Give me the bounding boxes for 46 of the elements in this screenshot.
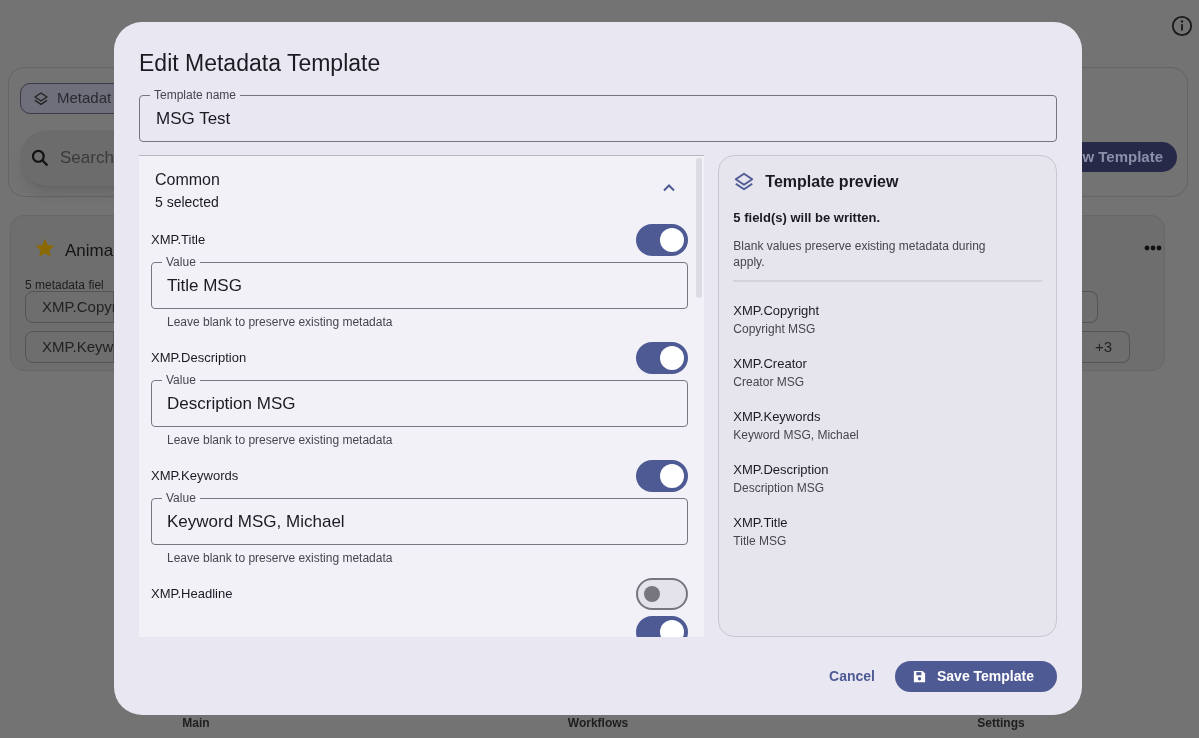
field-label: Value [162,255,200,269]
info-icon[interactable] [1171,15,1193,37]
section-subtitle: 5 selected [155,193,220,212]
field-label: Value [162,373,200,387]
helper-text: Leave blank to preserve existing metadata [166,550,394,566]
preview-field-name: XMP.Copyright [733,301,821,320]
field-name: XMP.Keywords [151,467,239,486]
field-label: Value [162,491,200,505]
nav-tab[interactable]: Workflows [567,714,629,732]
field-label: Template name [150,88,241,102]
card-title: Anima [65,240,114,262]
preview-field-name: XMP.Title [733,513,789,532]
nav-tab[interactable]: Main [182,714,210,732]
toggle-switch[interactable] [636,342,689,374]
preview-field-name: XMP.Keywords [733,407,822,426]
toggle-switch[interactable] [636,224,689,256]
star-icon [34,237,56,259]
preview-summary: 5 field(s) will be written. [733,209,881,227]
nav-tab[interactable]: Settings [977,714,1025,732]
preview-field-name: XMP.Description [733,460,830,479]
field-name: XMP.Title [151,231,206,250]
more-icon [1144,245,1162,251]
field-name: XMP.Description [151,349,247,368]
search-icon [30,148,50,168]
toggle-switch[interactable] [636,460,689,492]
section-header[interactable]: Common 5 selected [139,156,705,212]
helper-text: Leave blank to preserve existing metadata [166,432,394,448]
cancel-button[interactable]: Cancel [829,661,875,692]
preview-field-value: Description MSG [733,479,826,497]
layers-icon [33,90,49,107]
preview-field-name: XMP.Creator [733,354,808,373]
dialog-title: Edit Metadata Template [139,49,382,78]
preview-field-value: Title MSG [733,532,788,550]
save-button[interactable]: Save Template [895,661,1057,692]
field-name: XMP.Headline [151,585,233,604]
preview-note: Blank values preserve existing metadata during apply. [733,237,987,270]
preview-field-value: Creator MSG [733,373,806,391]
toggle-switch[interactable] [636,578,689,610]
save-icon [912,669,927,684]
preview-title: Template preview [765,172,899,192]
preview-field-value: Keyword MSG, Michael [733,426,860,444]
layers-icon [733,171,756,193]
section-title: Common [155,170,220,190]
helper-text: Leave blank to preserve existing metadata [166,314,394,330]
preview-field-value: Copyright MSG [733,320,817,338]
field-count: 5 metadata fiel [25,277,104,294]
